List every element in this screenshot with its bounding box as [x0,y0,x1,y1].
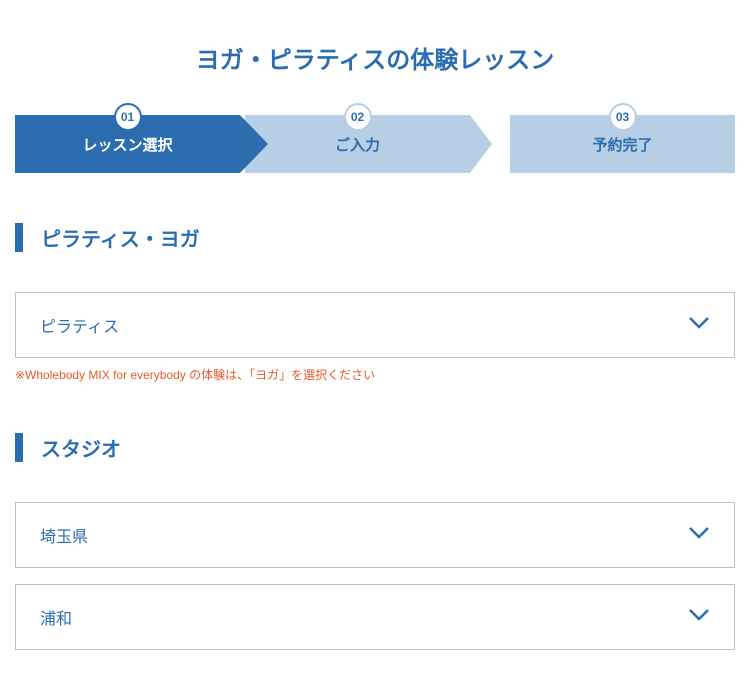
step-complete: 03 予約完了 [510,115,735,173]
chevron-down-icon [688,316,710,335]
step-lesson-select: 01 レッスン選択 [15,115,240,173]
step-label-2: ご入力 [335,134,380,155]
lesson-type-note: ※Wholebody MIX for everybody の体験は、「ヨガ」を選… [15,366,735,383]
prefecture-select[interactable]: 埼玉県 [15,502,735,568]
section-heading-studio: スタジオ [15,433,735,462]
lesson-type-value: ピラティス [40,313,119,337]
prefecture-value: 埼玉県 [40,523,88,547]
step-input: 02 ご入力 [245,115,470,173]
step-number-3: 03 [609,103,637,131]
chevron-down-icon [688,526,710,545]
studio-value: 浦和 [40,605,72,629]
page-title: ヨガ・ピラティスの体験レッスン [15,40,735,75]
studio-select[interactable]: 浦和 [15,584,735,650]
section-heading-type: ピラティス・ヨガ [15,223,735,252]
step-number-1: 01 [114,103,142,131]
step-label-1: レッスン選択 [82,134,172,155]
step-number-2: 02 [344,103,372,131]
chevron-down-icon [688,608,710,627]
lesson-type-select[interactable]: ピラティス [15,292,735,358]
step-label-3: 予約完了 [592,134,652,155]
progress-steps: 01 レッスン選択 02 ご入力 03 予約完了 [15,115,735,173]
